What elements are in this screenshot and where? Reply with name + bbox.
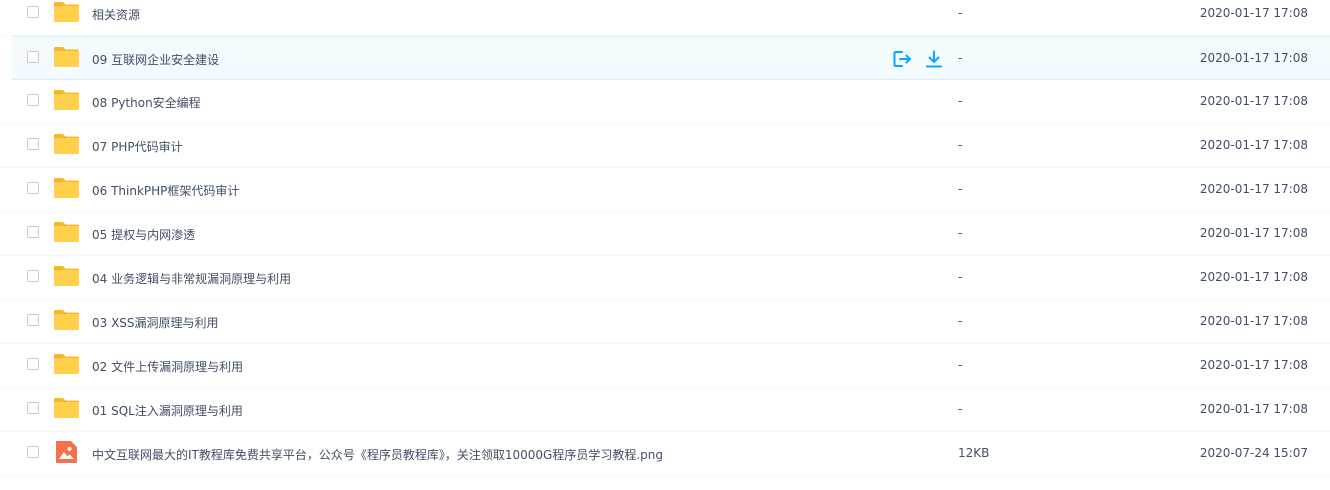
folder-row[interactable]: 09 互联网企业安全建设 - 2020-01-17 17:08: [12, 36, 1330, 80]
file-size: 12KB: [958, 446, 990, 460]
file-modified-date: 2020-01-17 17:08: [1199, 270, 1308, 284]
row-checkbox[interactable]: [27, 94, 39, 106]
file-modified-date: 2020-01-17 17:08: [1199, 94, 1308, 108]
row-checkbox[interactable]: [27, 138, 39, 150]
folder-icon: [53, 265, 80, 287]
row-checkbox[interactable]: [27, 314, 39, 326]
file-name-link[interactable]: 04 业务逻辑与非常规漏洞原理与利用: [92, 270, 291, 287]
file-size: -: [958, 94, 963, 108]
folder-icon: [53, 1, 80, 23]
row-checkbox[interactable]: [27, 358, 39, 370]
file-name-link[interactable]: 07 PHP代码审计: [92, 138, 183, 155]
file-size: -: [958, 270, 963, 284]
file-name-link[interactable]: 02 文件上传漏洞原理与利用: [92, 358, 243, 375]
folder-row[interactable]: 03 XSS漏洞原理与利用 - 2020-01-17 17:08: [0, 300, 1330, 344]
folder-icon: [53, 221, 80, 243]
row-checkbox[interactable]: [27, 51, 39, 63]
file-name-link[interactable]: 08 Python安全编程: [92, 94, 201, 111]
folder-row[interactable]: 01 SQL注入漏洞原理与利用 - 2020-01-17 17:08: [0, 388, 1330, 432]
file-list: 相关资源 - 2020-01-17 17:08 09 互联网企业安全建设 - 2020…: [0, 0, 1330, 476]
folder-row[interactable]: 08 Python安全编程 - 2020-01-17 17:08: [0, 80, 1330, 124]
file-size: -: [958, 6, 963, 20]
folder-icon: [53, 89, 80, 111]
share-icon: [892, 51, 912, 72]
file-name-link[interactable]: 相关资源: [92, 6, 140, 23]
folder-icon: [53, 46, 80, 68]
file-name-link[interactable]: 01 SQL注入漏洞原理与利用: [92, 402, 243, 419]
row-checkbox[interactable]: [27, 446, 39, 458]
folder-icon: [53, 397, 80, 419]
folder-icon: [53, 353, 80, 375]
file-size: -: [958, 182, 963, 196]
image-file-icon: [53, 441, 80, 463]
folder-icon: [53, 133, 80, 155]
file-name-link[interactable]: 06 ThinkPHP框架代码审计: [92, 182, 239, 199]
file-modified-date: 2020-01-17 17:08: [1199, 314, 1308, 328]
file-size: -: [958, 138, 963, 152]
folder-row[interactable]: 相关资源 - 2020-01-17 17:08: [0, 0, 1330, 36]
file-name-link[interactable]: 09 互联网企业安全建设: [92, 51, 219, 68]
row-checkbox[interactable]: [27, 402, 39, 414]
file-modified-date: 2020-01-17 17:08: [1199, 138, 1308, 152]
folder-icon: [53, 309, 80, 331]
row-checkbox[interactable]: [27, 270, 39, 282]
file-name-link[interactable]: 03 XSS漏洞原理与利用: [92, 314, 219, 331]
file-modified-date: 2020-01-17 17:08: [1199, 182, 1308, 196]
row-checkbox[interactable]: [27, 226, 39, 238]
folder-row[interactable]: 07 PHP代码审计 - 2020-01-17 17:08: [0, 124, 1330, 168]
file-size: -: [958, 314, 963, 328]
file-name-link[interactable]: 中文互联网最大的IT教程库免费共享平台，公众号《程序员教程库》，关注领取1000…: [92, 446, 663, 463]
share-button[interactable]: [892, 49, 912, 69]
folder-row[interactable]: 04 业务逻辑与非常规漏洞原理与利用 - 2020-01-17 17:08: [0, 256, 1330, 300]
row-checkbox[interactable]: [27, 6, 39, 18]
file-size: -: [958, 402, 963, 416]
folder-icon: [53, 177, 80, 199]
row-checkbox[interactable]: [27, 182, 39, 194]
folder-row[interactable]: 05 提权与内网渗透 - 2020-01-17 17:08: [0, 212, 1330, 256]
file-modified-date: 2020-07-24 15:07: [1199, 446, 1308, 460]
file-size: -: [958, 358, 963, 372]
file-modified-date: 2020-01-17 17:08: [1199, 6, 1308, 20]
file-modified-date: 2020-01-17 17:08: [1199, 402, 1308, 416]
download-button[interactable]: [924, 49, 944, 69]
file-modified-date: 2020-01-17 17:08: [1199, 226, 1308, 240]
folder-row[interactable]: 02 文件上传漏洞原理与利用 - 2020-01-17 17:08: [0, 344, 1330, 388]
download-icon: [924, 50, 944, 72]
file-modified-date: 2020-01-17 17:08: [1199, 51, 1308, 65]
file-size: -: [958, 51, 963, 65]
file-name-link[interactable]: 05 提权与内网渗透: [92, 226, 195, 243]
file-row[interactable]: 中文互联网最大的IT教程库免费共享平台，公众号《程序员教程库》，关注领取1000…: [0, 432, 1330, 476]
folder-row[interactable]: 06 ThinkPHP框架代码审计 - 2020-01-17 17:08: [0, 168, 1330, 212]
file-modified-date: 2020-01-17 17:08: [1199, 358, 1308, 372]
file-size: -: [958, 226, 963, 240]
